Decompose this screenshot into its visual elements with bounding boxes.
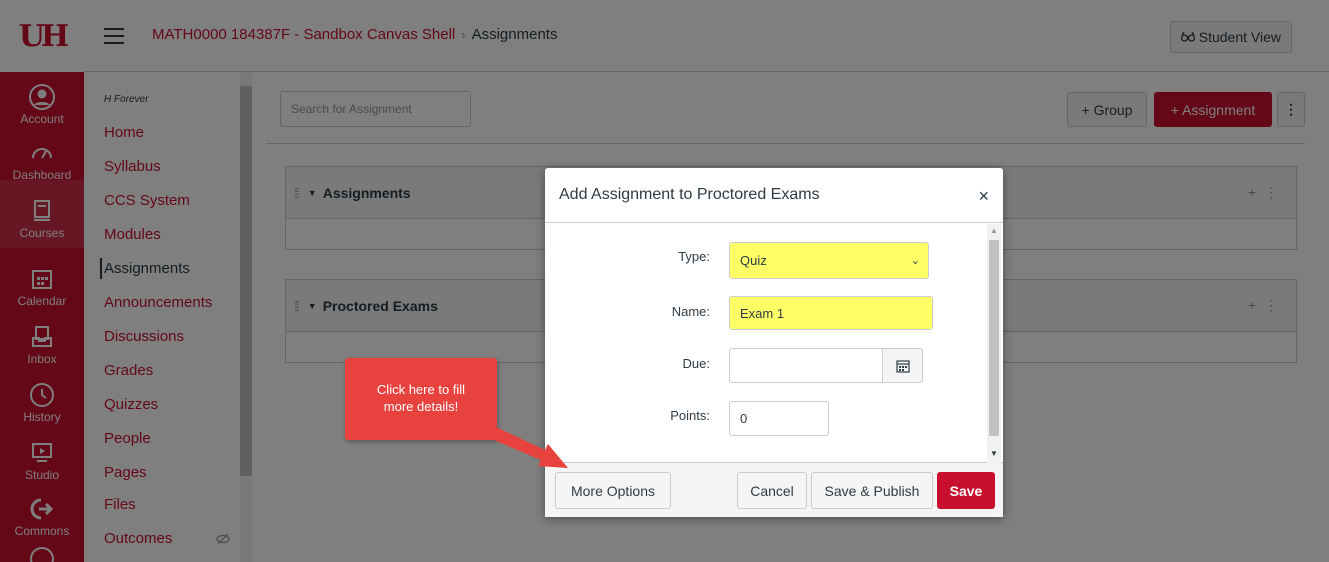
callout-annotation: Click here to fill more details! xyxy=(345,358,497,440)
dialog-title: Add Assignment to Proctored Exams xyxy=(559,186,820,203)
due-label: Due: xyxy=(682,356,710,371)
save-button[interactable]: Save xyxy=(937,472,995,509)
points-label: Points: xyxy=(670,408,710,423)
name-input[interactable]: Exam 1 xyxy=(729,296,933,330)
chevron-down-icon: ⌄ xyxy=(910,255,920,267)
more-options-button[interactable]: More Options xyxy=(555,472,671,509)
dialog-footer: More Options Cancel Save & Publish Save xyxy=(545,462,1003,517)
scroll-down-icon[interactable]: ▼ xyxy=(990,449,998,458)
type-label: Type: xyxy=(678,249,710,264)
due-date-input[interactable] xyxy=(729,348,883,383)
add-assignment-dialog: Add Assignment to Proctored Exams × More… xyxy=(545,168,1003,517)
close-icon[interactable]: × xyxy=(978,186,989,207)
save-publish-button[interactable]: Save & Publish xyxy=(811,472,933,509)
calendar-icon xyxy=(895,359,910,373)
points-input[interactable]: 0 xyxy=(729,401,829,436)
type-select[interactable]: Quiz ⌄ xyxy=(729,242,929,279)
name-label: Name: xyxy=(671,304,710,319)
scroll-up-icon[interactable]: ▲ xyxy=(990,226,998,235)
dialog-header: Add Assignment to Proctored Exams × xyxy=(545,168,1003,223)
dialog-scroll-thumb[interactable] xyxy=(989,240,999,436)
cancel-button[interactable]: Cancel xyxy=(737,472,807,509)
calendar-picker-button[interactable] xyxy=(882,348,923,383)
